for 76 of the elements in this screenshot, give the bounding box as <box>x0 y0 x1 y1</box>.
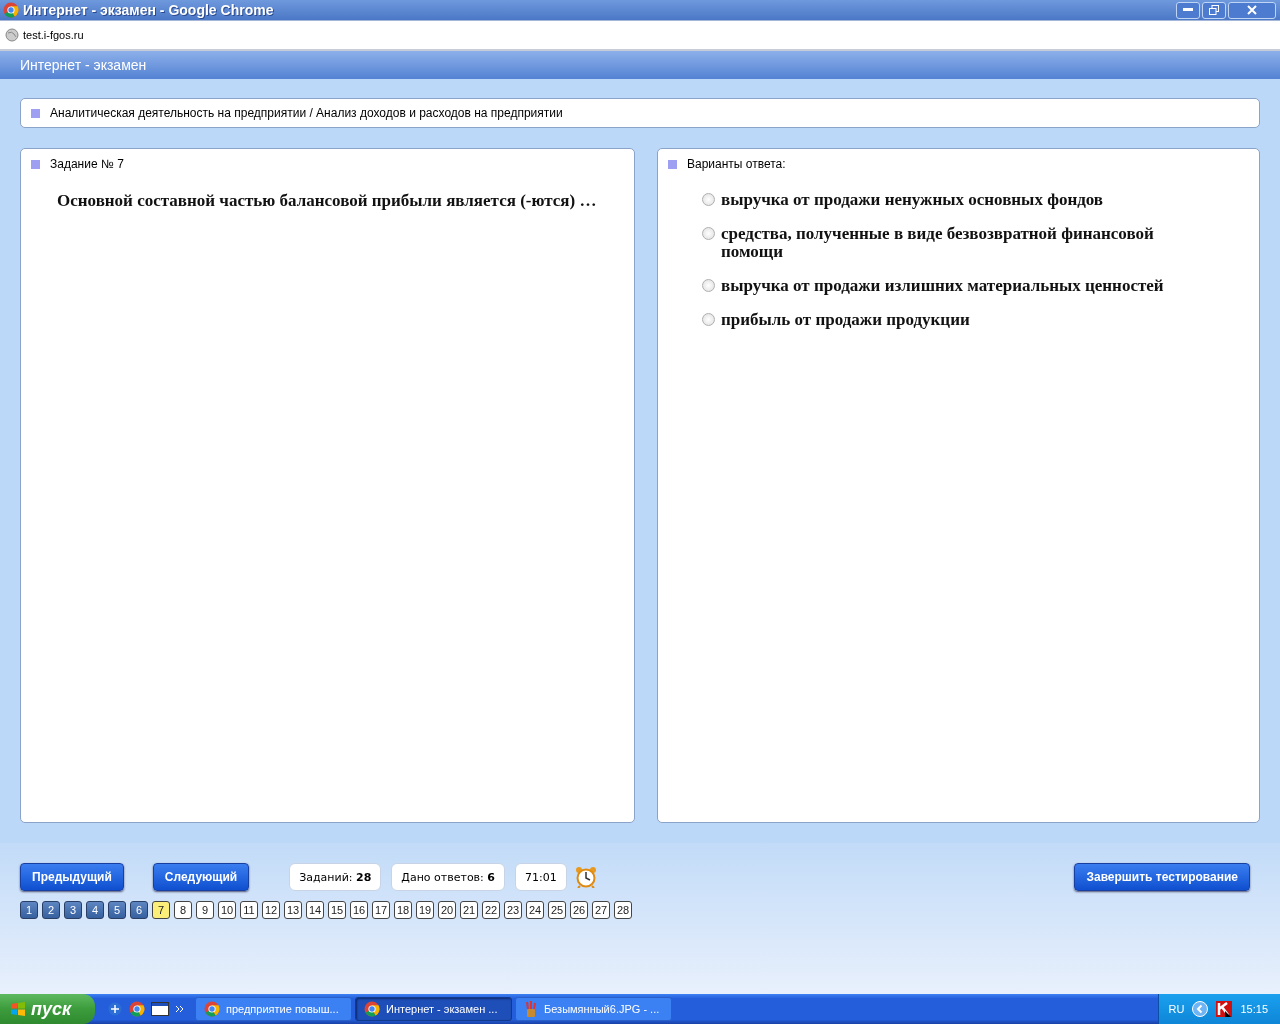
chrome-logo-icon <box>3 2 19 18</box>
globe-icon <box>5 28 19 42</box>
chrome-logo-icon <box>204 1001 220 1017</box>
app-title: Интернет - экзамен <box>20 57 147 73</box>
question-number-button[interactable]: 20 <box>438 901 456 919</box>
taskbar-window-button[interactable]: Безымянный6.JPG - ... <box>515 997 672 1021</box>
question-number-button[interactable]: 17 <box>372 901 390 919</box>
address-bar[interactable]: test.i-fgos.ru <box>0 20 1280 51</box>
question-number-button[interactable]: 4 <box>86 901 104 919</box>
chevron-icon <box>175 1005 185 1013</box>
finish-test-button[interactable]: Завершить тестирование <box>1074 863 1250 891</box>
question-number-button[interactable]: 23 <box>504 901 522 919</box>
question-number-button[interactable]: 22 <box>482 901 500 919</box>
question-number-button[interactable]: 26 <box>570 901 588 919</box>
bullet-icon <box>668 159 677 169</box>
question-number-button[interactable]: 21 <box>460 901 478 919</box>
close-icon <box>1247 5 1257 15</box>
clock-text: 15:15 <box>1240 1003 1268 1015</box>
question-number-button[interactable]: 7 <box>152 901 170 919</box>
question-number-button[interactable]: 9 <box>196 901 214 919</box>
answers-heading: Варианты ответа: <box>687 157 786 171</box>
bullet-icon <box>31 159 40 169</box>
k-shield-icon <box>1216 1001 1233 1017</box>
minimize-button[interactable] <box>1176 1 1200 19</box>
question-number-button[interactable]: 15 <box>328 901 346 919</box>
chrome-logo-icon <box>129 1001 145 1017</box>
question-number-button[interactable]: 8 <box>174 901 192 919</box>
stat-label: Заданий: 28 <box>299 870 372 884</box>
answer-option[interactable]: выручка от продажи излишних материальных ценностей <box>721 277 1164 295</box>
question-number-button[interactable]: 11 <box>240 901 258 919</box>
restore-icon <box>1209 5 1219 15</box>
paint-brushes-icon <box>524 1001 538 1017</box>
taskbar-window-button[interactable]: предприятие повыш... <box>195 997 352 1021</box>
question-number-button[interactable]: 10 <box>218 901 236 919</box>
answer-option[interactable]: прибыль от продажи продукции <box>721 311 970 329</box>
radio-button[interactable] <box>702 227 715 240</box>
stat-label: 71:01 <box>524 870 557 884</box>
breadcrumb-text: Аналитическая деятельность на предприятии / Анализ доходов и расходов на предприятии <box>50 106 563 120</box>
radio-button[interactable] <box>702 193 715 206</box>
url-text: test.i-fgos.ru <box>23 29 84 41</box>
window-title: Интернет - экзамен - Google Chrome <box>23 2 275 18</box>
question-heading: Задание № 7 <box>50 157 124 171</box>
start-button[interactable]: пуск <box>0 994 95 1024</box>
chevron-left-icon <box>1192 1001 1209 1017</box>
minimize-icon <box>1183 8 1193 12</box>
question-number-button[interactable]: 6 <box>130 901 148 919</box>
radio-button[interactable] <box>702 313 715 326</box>
stat-label: Дано ответов: 6 <box>401 870 495 884</box>
question-number-button[interactable]: 16 <box>350 901 368 919</box>
restore-button[interactable] <box>1202 1 1226 19</box>
previous-button[interactable]: Предыдущий <box>20 863 124 891</box>
question-number-button[interactable]: 28 <box>614 901 632 919</box>
question-number-button[interactable]: 19 <box>416 901 434 919</box>
question-number-button[interactable]: 1 <box>20 901 38 919</box>
question-text: Основной составной частью балансовой прибыли является (-ются) … <box>57 191 598 211</box>
windows-flag-icon <box>10 1001 26 1017</box>
close-button[interactable] <box>1228 1 1276 19</box>
question-number-button[interactable]: 27 <box>592 901 610 919</box>
taskbar-window-button[interactable]: Интернет - экзамен ... <box>355 997 512 1021</box>
question-number-button[interactable]: 3 <box>64 901 82 919</box>
question-number-button[interactable]: 24 <box>526 901 544 919</box>
next-button[interactable]: Следующий <box>152 863 250 891</box>
question-number-button[interactable]: 25 <box>548 901 566 919</box>
question-number-button[interactable]: 14 <box>306 901 324 919</box>
question-number-button[interactable]: 5 <box>108 901 126 919</box>
alarm-clock-icon <box>574 866 597 888</box>
question-number-button[interactable]: 13 <box>284 901 302 919</box>
answer-option[interactable]: выручка от продажи ненужных основных фондов <box>721 191 1104 209</box>
radio-button[interactable] <box>702 279 715 292</box>
desktop-window-icon <box>151 1002 169 1016</box>
chrome-logo-icon <box>364 1001 380 1017</box>
bullet-icon <box>31 108 40 118</box>
answer-option[interactable]: средства, полученные в виде безвозвратной финансовой помощи <box>721 225 1166 261</box>
question-number-button[interactable]: 12 <box>262 901 280 919</box>
question-number-button[interactable]: 2 <box>42 901 60 919</box>
question-number-button[interactable]: 18 <box>394 901 412 919</box>
